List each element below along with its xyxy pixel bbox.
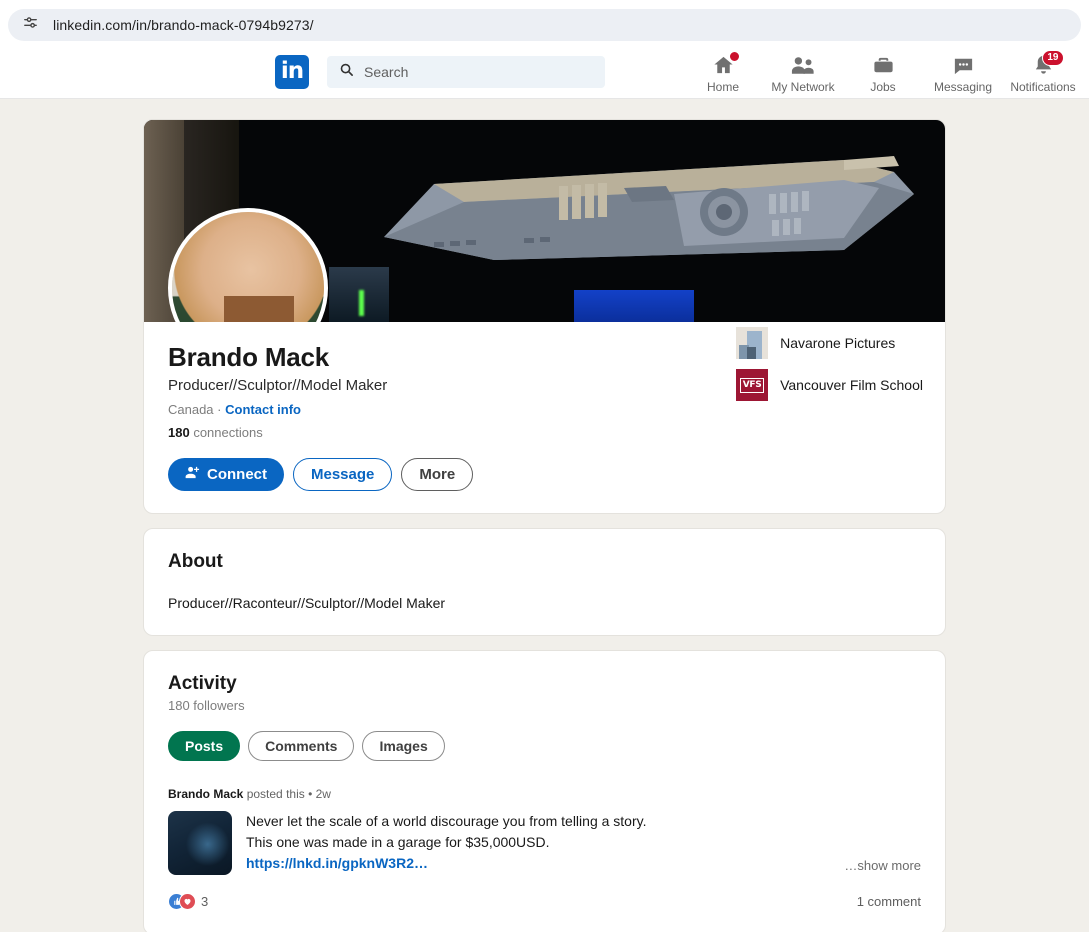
connect-button[interactable]: Connect [168, 458, 284, 491]
url-input[interactable]: linkedin.com/in/brando-mack-0794b9273/ [8, 9, 1081, 41]
avatar-beard [223, 295, 294, 322]
post-reactions[interactable]: 3 [168, 893, 208, 910]
home-icon [712, 51, 740, 77]
nav-label-messaging: Messaging [933, 80, 993, 94]
organization-item[interactable]: Navarone Pictures [736, 327, 923, 359]
nav-item-jobs[interactable]: Jobs [843, 49, 923, 94]
filter-images[interactable]: Images [362, 731, 445, 761]
search-placeholder: Search [364, 63, 409, 80]
banner-led [359, 290, 364, 316]
navarone-logo-icon [736, 327, 769, 359]
banner-blue-stand [574, 290, 694, 322]
profile-card: Brando Mack Producer//Sculptor//Model Ma… [143, 119, 946, 514]
about-card: About Producer//Raconteur//Sculptor//Mod… [143, 528, 946, 636]
filter-comments[interactable]: Comments [248, 731, 355, 761]
people-icon [791, 53, 815, 77]
more-button[interactable]: More [401, 458, 474, 491]
activity-filters: Posts Comments Images [168, 731, 921, 761]
activity-post: Brando Mack posted this • 2w Never let t… [168, 787, 921, 910]
search-input[interactable]: Search [327, 55, 605, 88]
main-column: Brando Mack Producer//Sculptor//Model Ma… [143, 119, 946, 932]
connect-button-label: Connect [207, 466, 267, 483]
activity-title: Activity [168, 673, 237, 694]
organization-name: Navarone Pictures [780, 335, 896, 351]
home-badge [728, 51, 740, 62]
bell-icon: 19 [1032, 50, 1064, 77]
connections-count: 180 [168, 425, 190, 440]
vfs-logo-text: VFS [739, 377, 765, 393]
organization-item[interactable]: VFS Vancouver Film School [736, 369, 923, 401]
model-spaceship [384, 156, 914, 260]
activity-card: Activity 180 followers Posts Comments Im… [143, 650, 946, 932]
about-body: Producer//Raconteur//Sculptor//Model Mak… [168, 595, 446, 611]
notifications-badge: 19 [1042, 50, 1064, 66]
profile-location: Canada [168, 402, 214, 417]
profile-organizations: Navarone Pictures VFS Vancouver Film Sch… [736, 327, 923, 401]
post-author: Brando Mack [168, 787, 244, 801]
post-meta: Brando Mack posted this • 2w [168, 787, 921, 801]
heart-icon [179, 893, 196, 910]
post-body-row: Never let the scale of a world discourag… [168, 811, 921, 875]
nav-items: Home My Network Jobs Messaging 19 Notifi… [683, 49, 1089, 94]
profile-location-row: Canada · Contact info [168, 402, 921, 417]
browser-url-bar: linkedin.com/in/brando-mack-0794b9273/ [0, 0, 1089, 45]
message-bubble-icon [952, 53, 975, 77]
url-text: linkedin.com/in/brando-mack-0794b9273/ [53, 17, 314, 33]
show-more-button[interactable]: …show more [844, 858, 921, 875]
profile-identity: Brando Mack Producer//Sculptor//Model Ma… [144, 322, 945, 513]
post-link[interactable]: https://lnkd.in/gpknW3R2… [246, 853, 830, 874]
activity-section: Activity 180 followers Posts Comments Im… [144, 651, 945, 932]
connections-row: 180 connections [168, 425, 921, 440]
nav-label-home: Home [706, 80, 739, 94]
nav-label-notifications: Notifications [1010, 80, 1076, 94]
reaction-count: 3 [201, 894, 209, 909]
briefcase-icon [872, 53, 895, 77]
nav-label-my-network: My Network [771, 80, 835, 94]
person-plus-icon [185, 465, 200, 484]
about-section: About Producer//Raconteur//Sculptor//Mod… [144, 529, 945, 635]
organization-name: Vancouver Film School [780, 377, 923, 393]
search-icon [339, 62, 354, 82]
post-footer: 3 1 comment [168, 893, 921, 910]
nav-label-jobs: Jobs [870, 80, 896, 94]
profile-banner-image[interactable] [144, 120, 945, 322]
profile-page: Brando Mack Producer//Sculptor//Model Ma… [0, 99, 1089, 932]
sliders-icon[interactable] [22, 14, 39, 36]
linkedin-navbar: in Search Home My Network Jobs Messaging… [0, 45, 1089, 99]
activity-followers: 180 followers [168, 698, 245, 713]
vfs-logo-icon: VFS [736, 369, 769, 401]
post-thumbnail[interactable] [168, 811, 232, 875]
about-title: About [168, 551, 223, 572]
post-line-1: Never let the scale of a world discourag… [246, 813, 647, 829]
contact-info-link[interactable]: Contact info [225, 402, 301, 417]
post-timestamp: posted this • 2w [246, 787, 331, 801]
nav-item-my-network[interactable]: My Network [763, 49, 843, 94]
nav-item-home[interactable]: Home [683, 49, 763, 94]
comment-count[interactable]: 1 comment [857, 894, 921, 909]
profile-action-buttons: Connect Message More [168, 458, 921, 491]
linkedin-logo[interactable]: in [275, 54, 309, 89]
nav-item-messaging[interactable]: Messaging [923, 49, 1003, 94]
avatar[interactable] [168, 208, 328, 322]
location-separator: · [217, 402, 222, 417]
connections-label: connections [193, 425, 263, 440]
filter-posts[interactable]: Posts [168, 731, 241, 761]
post-text: Never let the scale of a world discourag… [246, 811, 830, 874]
message-button[interactable]: Message [293, 458, 393, 491]
nav-item-notifications[interactable]: 19 Notifications [1003, 49, 1083, 94]
post-line-2: This one was made in a garage for $35,00… [246, 834, 550, 850]
